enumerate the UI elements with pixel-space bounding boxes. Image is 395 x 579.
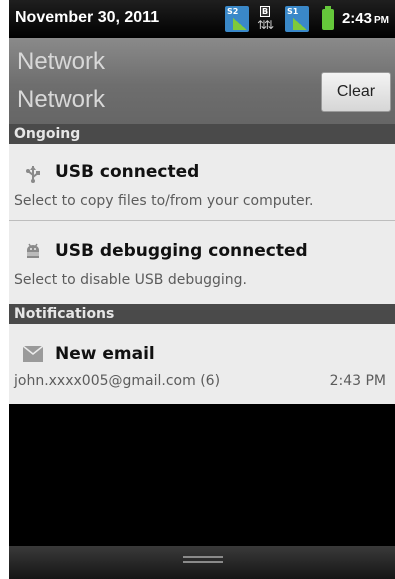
grip-icon — [183, 556, 223, 568]
section-header-ongoing: Ongoing — [9, 124, 395, 144]
android-debug-icon — [23, 241, 43, 261]
notification-new-email[interactable]: New email john.xxxx005@gmail.com (6) 2:4… — [9, 324, 395, 404]
status-date: November 30, 2011 — [15, 9, 160, 26]
notification-subtitle: john.xxxx005@gmail.com (6) — [14, 373, 221, 389]
notification-subtitle: Select to copy files to/from your comput… — [14, 193, 314, 209]
operator-name-sim1: Network — [17, 48, 106, 75]
notification-subtitle: Select to disable USB debugging. — [14, 272, 247, 288]
data-sync-icon: B ⇅⇅ — [257, 6, 274, 32]
email-icon — [22, 345, 44, 366]
notification-time: 2:43 PM — [329, 373, 386, 389]
panel-drag-handle[interactable] — [9, 546, 395, 579]
status-time: 2:43 PM — [341, 10, 389, 27]
notification-panel: November 30, 2011 S2 B ⇅⇅ S1 2:43 PM Netw… — [9, 0, 395, 579]
notification-title: USB connected — [55, 162, 200, 182]
operator-name-sim2: Network — [17, 86, 106, 113]
section-header-notifications: Notifications — [9, 304, 395, 324]
battery-icon — [322, 6, 334, 30]
usb-icon — [23, 164, 43, 184]
notification-title: USB debugging connected — [55, 241, 308, 261]
signal-slot-1-icon: S1 — [285, 6, 309, 32]
status-bar: November 30, 2011 S2 B ⇅⇅ S1 2:43 PM — [9, 0, 395, 38]
panel-header: Network Network Clear — [9, 38, 395, 124]
notification-usb-connected[interactable]: USB connected Select to copy files to/fr… — [9, 144, 395, 220]
clear-button[interactable]: Clear — [321, 72, 391, 112]
signal-slot-2-icon: S2 — [225, 6, 249, 32]
notification-title: New email — [55, 344, 155, 364]
notification-usb-debugging[interactable]: USB debugging connected Select to disabl… — [9, 221, 395, 304]
